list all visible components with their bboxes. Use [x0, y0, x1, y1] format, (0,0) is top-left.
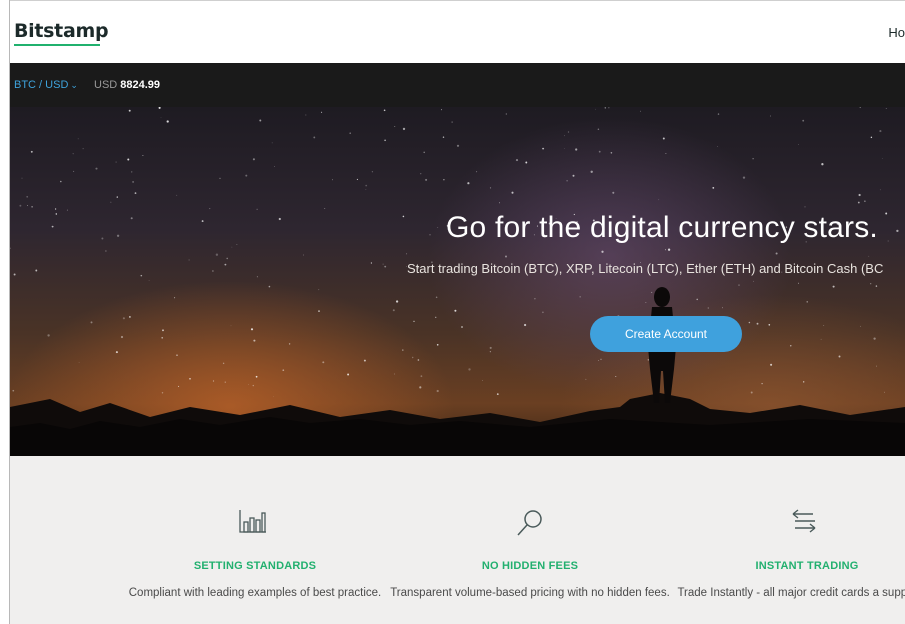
- exchange-arrows-icon: [789, 508, 819, 541]
- price-display: USD 8824.99: [94, 79, 160, 91]
- window-border: [9, 0, 10, 624]
- feature-title: SETTING STANDARDS: [193, 560, 317, 572]
- logo-underline: [14, 44, 100, 46]
- feature-description: Compliant with leading examples of best …: [128, 587, 382, 599]
- features-section: SETTING STANDARDS Compliant with leading…: [10, 456, 905, 624]
- feature-title: INSTANT TRADING: [755, 560, 859, 572]
- feature-title: NO HIDDEN FEES: [481, 560, 579, 572]
- nav-home-link[interactable]: Ho: [888, 25, 905, 40]
- hero-subtitle: Start trading Bitcoin (BTC), XRP, Liteco…: [407, 261, 884, 276]
- feature-description: Transparent volume-based pricing with no…: [390, 587, 670, 599]
- chevron-down-icon: ⌄: [70, 80, 78, 90]
- hero-banner: Go for the digital currency stars. Start…: [10, 107, 905, 456]
- bitstamp-logo[interactable]: Bitstamp: [14, 20, 109, 42]
- site-header: Bitstamp Ho: [10, 0, 905, 63]
- create-account-button[interactable]: Create Account: [590, 316, 742, 352]
- currency-pair-selector[interactable]: BTC / USD ⌄: [14, 79, 78, 91]
- price-ticker-bar: BTC / USD ⌄ USD 8824.99: [10, 63, 905, 107]
- feature-description: Trade Instantly - all major credit cards…: [677, 587, 905, 599]
- landscape-silhouette: [10, 287, 905, 456]
- price-value: 8824.99: [120, 79, 160, 91]
- hero-title: Go for the digital currency stars.: [446, 211, 878, 244]
- price-currency: USD: [94, 79, 118, 91]
- bar-chart-icon: [238, 508, 268, 539]
- currency-pair-label: BTC / USD: [14, 79, 69, 91]
- magnifier-icon: [515, 508, 545, 543]
